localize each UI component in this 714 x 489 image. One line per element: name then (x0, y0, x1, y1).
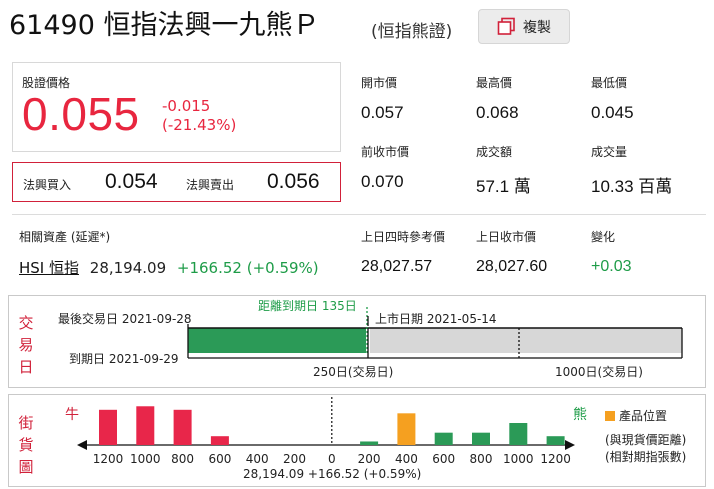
related-header: 相關資產 (延遲*) (19, 230, 111, 244)
x-tick-label: 800 (171, 452, 194, 466)
stat-label-open: 開市價 (361, 76, 398, 90)
stat-value-low: 0.045 (591, 103, 634, 122)
prev-close-label: 上日收市價 (476, 230, 537, 244)
bull-bar (173, 409, 192, 445)
ask-price: 0.056 (267, 170, 320, 193)
chart-center-value: 28,194.09 +166.52 (+0.59%) (243, 467, 422, 481)
copy-icon (497, 17, 516, 36)
legend-swatch (605, 410, 615, 421)
diff-value: +0.03 (591, 258, 632, 275)
bid-ask-panel: 法興買入 0.054 法興賣出 0.056 (12, 162, 341, 202)
bear-bar (509, 423, 528, 445)
bear-bar (434, 432, 453, 445)
stat-label-high: 最高價 (476, 76, 513, 90)
bear-bar (546, 436, 565, 445)
x-tick-label: 1200 (93, 452, 124, 466)
x-tick-label: 600 (208, 452, 231, 466)
scale-250-label: 250日(交易日) (313, 365, 394, 379)
x-tick-label: 600 (432, 452, 455, 466)
bear-bar (360, 441, 379, 445)
remaining-bar (370, 328, 682, 353)
stat-label-prev-close: 前收市價 (361, 145, 410, 159)
page-title: 61490 恒指法興一九熊Ｐ (9, 10, 320, 42)
copy-label: 複製 (523, 19, 551, 36)
x-tick-label: 400 (246, 452, 269, 466)
stat-label-volume: 成交量 (591, 145, 628, 159)
x-tick-label: 1200 (540, 452, 571, 466)
x-tick-label: 200 (283, 452, 306, 466)
bid-price: 0.054 (105, 170, 158, 193)
related-asset-change: +166.52 (+0.59%) (176, 259, 319, 277)
prev-close-value: 28,027.60 (476, 258, 548, 275)
price-change-value: -0.015 (162, 97, 211, 115)
street-chart-section: 街 貨 圖 牛 熊 產品位置 (與現貨價距離) (相對期指張數) 1200 100… (8, 394, 706, 487)
note-line-1: (與現貨價距離) (605, 433, 687, 447)
bear-bar (472, 432, 490, 445)
ref-price-value: 28,027.57 (361, 258, 433, 275)
x-tick-label: 400 (395, 452, 418, 466)
stat-value-volume: 10.33 百萬 (591, 177, 673, 196)
last-price: 0.055 (22, 88, 140, 140)
x-tick-label: 0 (328, 452, 336, 466)
stat-label-turnover: 成交額 (476, 145, 513, 159)
related-asset-price: 28,194.09 (89, 259, 167, 277)
x-tick-label: 200 (358, 452, 381, 466)
stock-code: 61490 (9, 10, 95, 41)
trading-days-section: 交 易 日 最後交易日 2021-09-28 距離到期日 135日 上市日期 2… (8, 295, 706, 388)
bid-label: 法興買入 (23, 178, 72, 192)
stat-value-turnover: 57.1 萬 (476, 177, 531, 196)
stock-type: (恒指熊證) (371, 22, 453, 42)
price-change: -0.015 (-21.43%) (162, 97, 236, 135)
scale-1000-label: 1000日(交易日) (555, 365, 643, 379)
stock-name: 恒指法興一九熊Ｐ (103, 10, 320, 41)
price-change-pct: (-21.43%) (162, 116, 237, 134)
x-tick-label: 1000 (503, 452, 534, 466)
stat-label-low: 最低價 (591, 76, 628, 90)
x-tick-label: 1000 (130, 452, 161, 466)
product-bar (397, 413, 416, 445)
divider (12, 214, 706, 215)
note-line-2: (相對期指張數) (605, 450, 687, 464)
x-tick-label: 800 (470, 452, 493, 466)
axis-arrow-left (77, 440, 87, 450)
axis-arrow-right (565, 440, 575, 450)
legend-label: 產品位置 (619, 409, 668, 423)
related-asset-link[interactable]: HSI 恒指 (19, 259, 79, 277)
ask-label: 法興賣出 (186, 178, 235, 192)
bull-bar (99, 409, 117, 445)
bull-bar (210, 436, 229, 445)
diff-label: 變化 (591, 230, 616, 244)
elapsed-bar (188, 328, 366, 353)
copy-button[interactable]: 複製 (478, 9, 570, 44)
stat-value-high: 0.068 (476, 103, 519, 122)
stat-value-prev-close: 0.070 (361, 172, 404, 191)
related-asset-row: HSI 恒指 28,194.09 +166.52 (+0.59%) (19, 257, 319, 278)
legend-product: 產品位置 (605, 407, 667, 424)
bull-bar (136, 406, 155, 445)
stat-value-open: 0.057 (361, 103, 404, 122)
price-panel: 股證價格 0.055 -0.015 (-21.43%) (12, 62, 341, 152)
ref-price-label: 上日四時參考價 (361, 230, 446, 244)
